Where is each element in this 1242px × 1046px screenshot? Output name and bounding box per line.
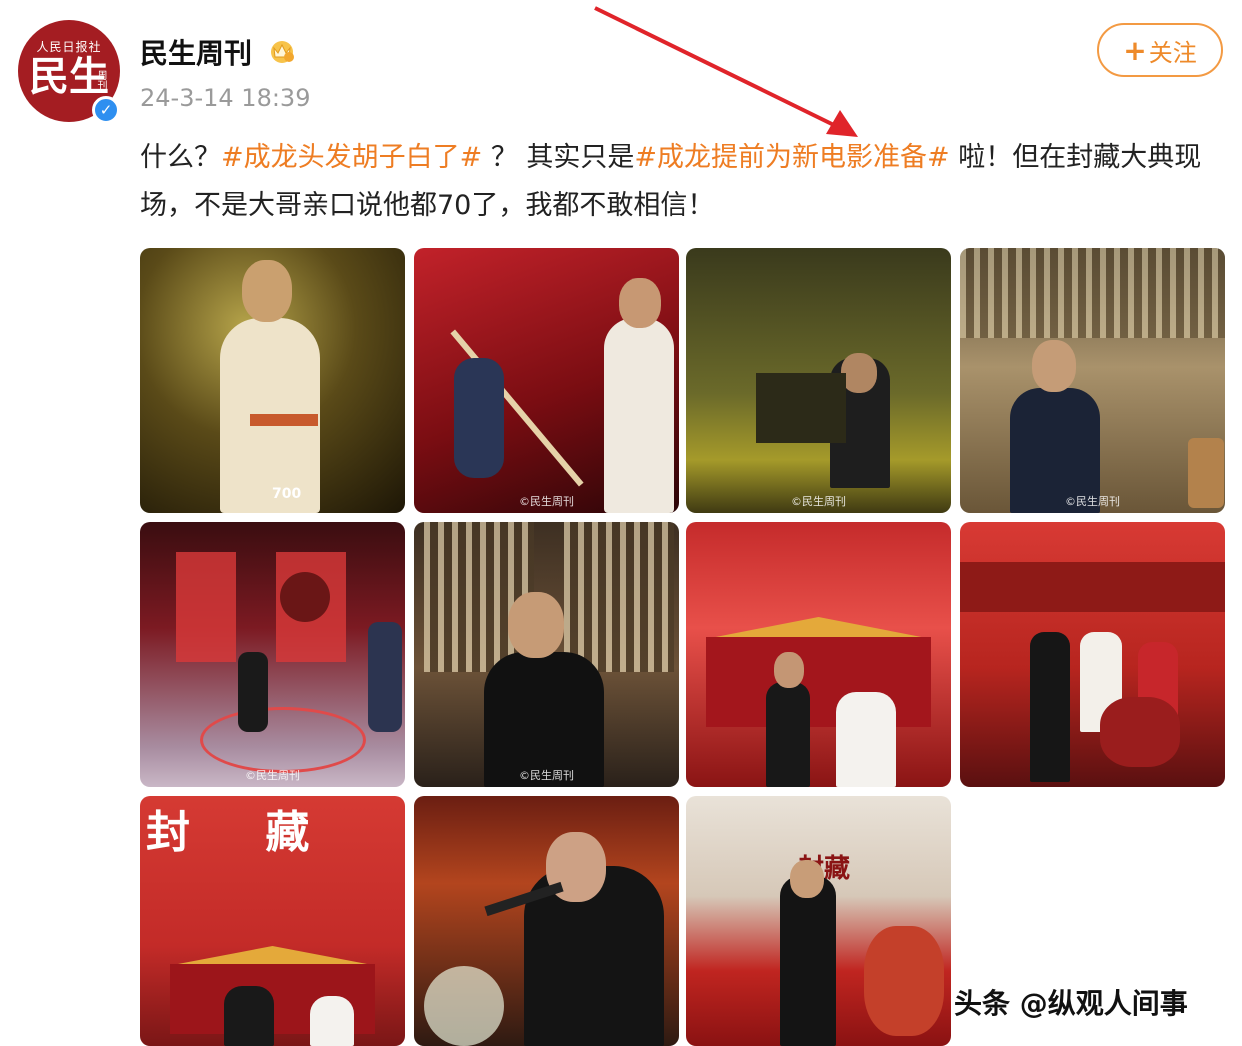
tile-logo: 700 (272, 486, 302, 502)
photo-tile[interactable]: 封藏 (686, 796, 951, 1046)
verified-icon: ✓ (92, 96, 120, 124)
author-name[interactable]: 民生周刊 (140, 32, 252, 72)
watermark: ©民生周刊 (1065, 495, 1120, 508)
footer-credit: 头条 @纵观人间事 (954, 987, 1188, 1020)
watermark: ©民生周刊 (245, 769, 300, 782)
follow-label: 关注 (1148, 38, 1197, 67)
hashtag-link[interactable]: #成龙提前为新电影准备# (634, 142, 949, 173)
avatar-side-text: 周刊 (95, 70, 106, 90)
post-text: 什么？#成龙头发胡子白了# ？ 其实只是#成龙提前为新电影准备# 啦！但在封藏大… (140, 134, 1220, 230)
vip-crown-icon (271, 41, 294, 63)
photo-tile[interactable]: ©民生周刊 (414, 248, 679, 513)
photo-tile[interactable] (686, 522, 951, 787)
photo-tile[interactable] (414, 796, 679, 1046)
post-text-part: 什么？ (140, 142, 221, 173)
photo-tile[interactable]: 封 藏 (140, 796, 405, 1046)
photo-tile[interactable]: ©民生周刊 (686, 248, 951, 513)
watermark: ©民生周刊 (519, 495, 574, 508)
plus-icon: + (1123, 33, 1147, 67)
follow-button[interactable]: + 关注 (1097, 23, 1223, 77)
hashtag-link[interactable]: #成龙头发胡子白了# (221, 142, 482, 173)
watermark: ©民生周刊 (791, 495, 846, 508)
photo-tile[interactable]: ©民生周刊 (960, 248, 1225, 513)
tile-title: 封 藏 (146, 807, 340, 858)
post-text-part: ？ 其实只是 (482, 142, 635, 173)
avatar-top-text: 人民日报社 (36, 39, 102, 54)
photo-tile[interactable] (960, 522, 1225, 787)
photo-tile[interactable]: ©民生周刊 (414, 522, 679, 787)
post-timestamp: 24-3-14 18:39 (140, 84, 311, 112)
photo-tile[interactable]: 700 (140, 248, 405, 513)
photo-tile[interactable]: ©民生周刊 (140, 522, 405, 787)
watermark: ©民生周刊 (519, 769, 574, 782)
